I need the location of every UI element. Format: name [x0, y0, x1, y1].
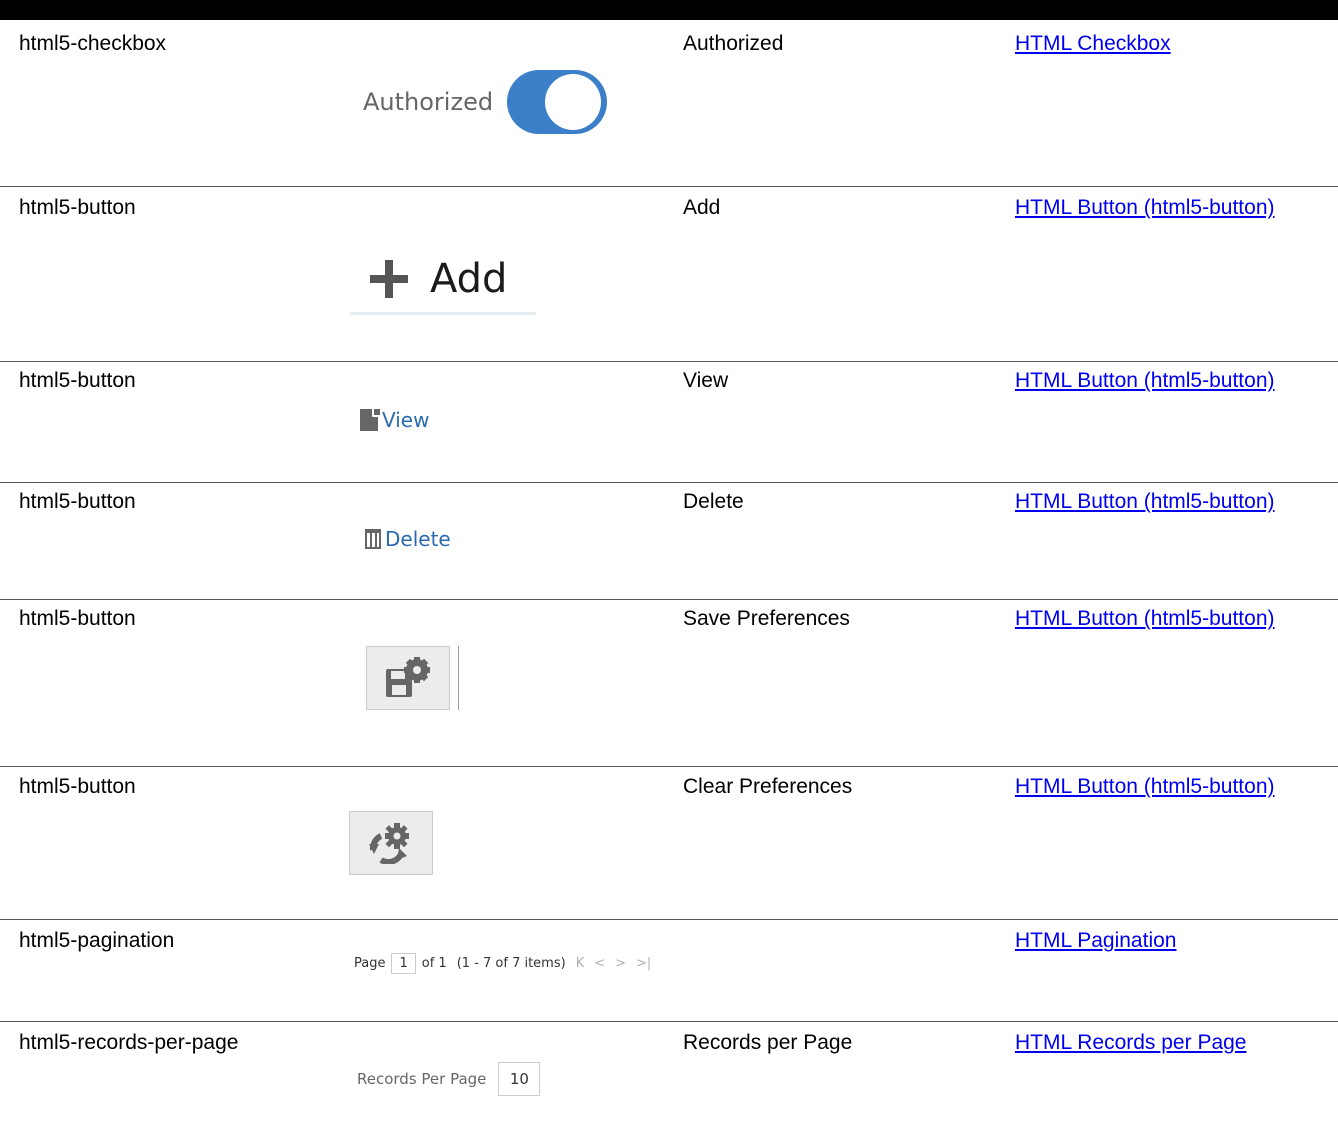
label-cell: Save Preferences	[683, 607, 850, 630]
toggle-label: Authorized	[363, 88, 494, 116]
html-records-per-page-link[interactable]: HTML Records per Page	[1015, 1031, 1246, 1054]
add-button-label: Add	[430, 256, 508, 302]
table-row: html5-button	[0, 766, 1338, 919]
records-per-page-label: Records Per Page	[357, 1070, 487, 1088]
type-cell: html5-button	[19, 775, 136, 798]
label-cell: Delete	[683, 490, 744, 513]
row-divider	[0, 482, 1338, 483]
table-row: html5-button Add Add HTML Button (html5-…	[0, 186, 1338, 361]
top-border	[0, 0, 1338, 20]
view-button[interactable]: View	[360, 407, 430, 432]
html-button-link[interactable]: HTML Button (html5-button)	[1015, 607, 1275, 630]
plus-icon	[370, 260, 408, 298]
label-cell: View	[683, 369, 729, 392]
save-preferences-button[interactable]	[366, 646, 450, 710]
type-cell: html5-button	[19, 490, 136, 513]
first-page-icon[interactable]: K	[576, 956, 585, 971]
html-checkbox-link[interactable]: HTML Checkbox	[1015, 32, 1171, 55]
row-divider	[0, 186, 1338, 187]
next-page-icon[interactable]: >	[615, 956, 626, 971]
records-per-page-select[interactable]: 10	[498, 1062, 541, 1096]
label-cell: Clear Preferences	[683, 775, 853, 798]
view-button-label: View	[382, 408, 430, 432]
delete-button-label: Delete	[385, 527, 451, 551]
type-cell: html5-pagination	[19, 929, 175, 952]
add-screenshot: Add	[350, 246, 536, 315]
label-cell: Records per Page	[683, 1031, 853, 1054]
row-divider	[0, 361, 1338, 362]
page-label: Page	[354, 956, 386, 971]
items-range: (1 - 7 of 7 items)	[456, 956, 566, 971]
table-row: html5-checkbox Authorized Authorized HTM…	[0, 20, 1338, 186]
page-input[interactable]: 1	[391, 953, 416, 974]
type-cell: html5-button	[19, 607, 136, 630]
type-cell: html5-button	[19, 369, 136, 392]
last-page-icon[interactable]: >|	[636, 956, 651, 971]
save-gear-icon	[386, 657, 430, 697]
label-cell: Add	[683, 196, 721, 219]
view-screenshot: View	[360, 407, 430, 432]
toggle-screenshot: Authorized	[363, 70, 608, 134]
records-per-page-screenshot: Records Per Page 10	[357, 1062, 541, 1096]
html-button-link[interactable]: HTML Button (html5-button)	[1015, 196, 1275, 219]
html-button-link[interactable]: HTML Button (html5-button)	[1015, 369, 1275, 392]
save-prefs-screenshot	[366, 646, 466, 710]
add-button[interactable]: Add	[350, 246, 536, 315]
page-of-text: of 1	[421, 956, 447, 971]
toggle-knob	[545, 74, 602, 130]
delete-button[interactable]: Delete	[365, 527, 451, 551]
table-row: html5-button View View HTML Button (html…	[0, 361, 1338, 482]
row-divider	[0, 1021, 1338, 1022]
delete-screenshot: Delete	[365, 527, 451, 551]
clear-prefs-screenshot	[349, 811, 433, 875]
row-divider	[0, 766, 1338, 767]
html-button-link[interactable]: HTML Button (html5-button)	[1015, 490, 1275, 513]
row-divider	[0, 599, 1338, 600]
table-row: html5-button	[0, 599, 1338, 766]
table-row: html5-records-per-page Records Per Page …	[0, 1021, 1338, 1139]
clear-preferences-button[interactable]	[349, 811, 433, 875]
html-button-link[interactable]: HTML Button (html5-button)	[1015, 775, 1275, 798]
type-cell: html5-button	[19, 196, 136, 219]
label-cell: Authorized	[683, 32, 784, 55]
pagination-screenshot: Page 1 of 1 (1 - 7 of 7 items) K < > >|	[354, 953, 651, 974]
table-row: html5-pagination Page 1 of 1 (1 - 7 of 7…	[0, 919, 1338, 1021]
type-cell: html5-checkbox	[19, 32, 167, 55]
refresh-gear-icon	[369, 823, 409, 864]
records-per-page: Records Per Page 10	[357, 1062, 541, 1096]
prev-page-icon[interactable]: <	[594, 956, 605, 971]
pagination: Page 1 of 1 (1 - 7 of 7 items) K < > >|	[354, 953, 651, 974]
document-icon	[360, 407, 382, 431]
trash-icon	[365, 529, 381, 549]
html-pagination-link[interactable]: HTML Pagination	[1015, 929, 1176, 952]
toolbar-divider	[458, 646, 459, 710]
authorized-toggle[interactable]	[507, 70, 608, 134]
type-cell: html5-records-per-page	[19, 1031, 239, 1054]
table-row: html5-button Delete Delete HTML Button (…	[0, 482, 1338, 599]
row-divider	[0, 919, 1338, 920]
